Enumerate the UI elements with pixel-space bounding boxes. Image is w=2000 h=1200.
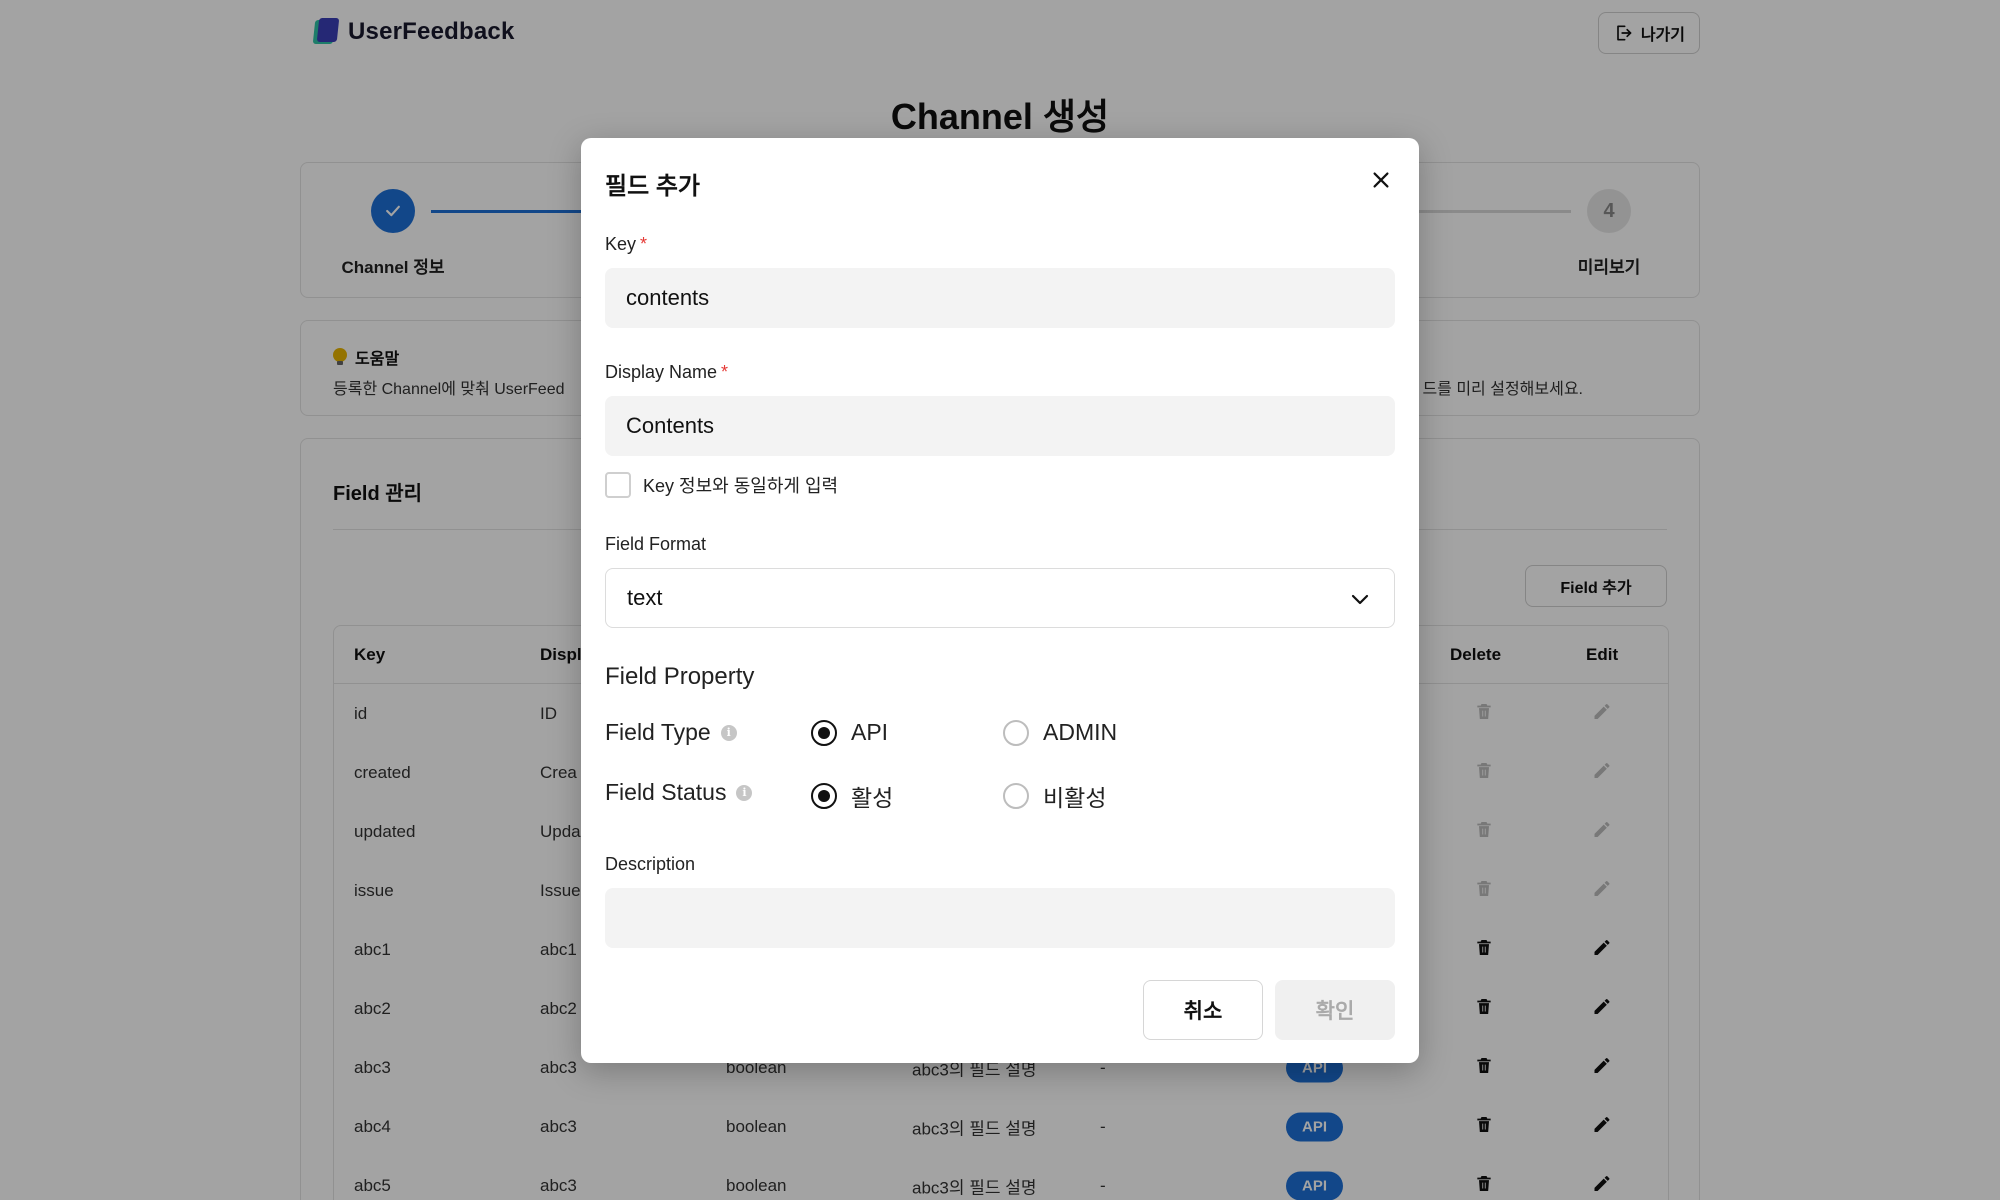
required-mark: * [721, 362, 729, 382]
chevron-down-icon [1351, 594, 1369, 605]
description-input[interactable] [605, 888, 1395, 948]
description-label: Description [605, 854, 696, 874]
field-status-label: Field Status i [605, 779, 753, 806]
add-field-modal: 필드 추가 Key * contents Display Name * Conten… [581, 138, 1419, 1063]
radio-label: ADMIN [1043, 719, 1118, 745]
field-format-select[interactable]: text [605, 568, 1395, 628]
radio-selected[interactable] [811, 719, 837, 746]
same-as-key-option[interactable]: Key 정보와 동일하게 입력 [605, 472, 838, 498]
modal-title: 필드 추가 [605, 173, 700, 200]
field-format-label: Field Format [605, 534, 707, 554]
display-name-label-text: Display Name [605, 362, 718, 382]
radio-selected[interactable] [811, 783, 837, 809]
field-property-title: Field Property [605, 663, 755, 690]
field-type-label: Field Type i [605, 719, 737, 746]
field-type-radio-api[interactable]: API [811, 719, 888, 746]
same-as-key-label: Key 정보와 동일하게 입력 [643, 476, 839, 496]
radio-label: 활성 [851, 785, 894, 811]
same-as-key-checkbox[interactable] [605, 472, 631, 498]
field-status-row: Field Status i 활성 비활성 [605, 779, 1395, 811]
field-status-radio-inactive[interactable]: 비활성 [1003, 779, 1106, 813]
confirm-button[interactable]: 확인 [1275, 980, 1395, 1040]
key-input[interactable]: contents [605, 268, 1395, 328]
info-icon[interactable]: i [736, 784, 753, 801]
field-type-label-text: Field Type [605, 719, 711, 745]
field-type-radio-admin[interactable]: ADMIN [1003, 719, 1117, 746]
display-name-label: Display Name * [605, 362, 728, 383]
field-format-value: text [627, 585, 663, 610]
field-type-row: Field Type i API ADMIN [605, 719, 1395, 749]
key-label-text: Key [605, 234, 637, 254]
radio-unselected[interactable] [1003, 719, 1029, 746]
field-status-label-text: Field Status [605, 779, 727, 805]
close-icon[interactable] [1367, 166, 1395, 194]
required-mark: * [640, 234, 648, 254]
radio-label: API [851, 719, 889, 745]
field-status-radio-active[interactable]: 활성 [811, 779, 893, 813]
key-label: Key * [605, 234, 647, 255]
radio-label: 비활성 [1043, 785, 1107, 811]
radio-unselected[interactable] [1003, 783, 1029, 809]
info-icon[interactable]: i [720, 724, 737, 741]
cancel-button[interactable]: 취소 [1143, 980, 1263, 1040]
display-name-input[interactable]: Contents [605, 396, 1395, 456]
